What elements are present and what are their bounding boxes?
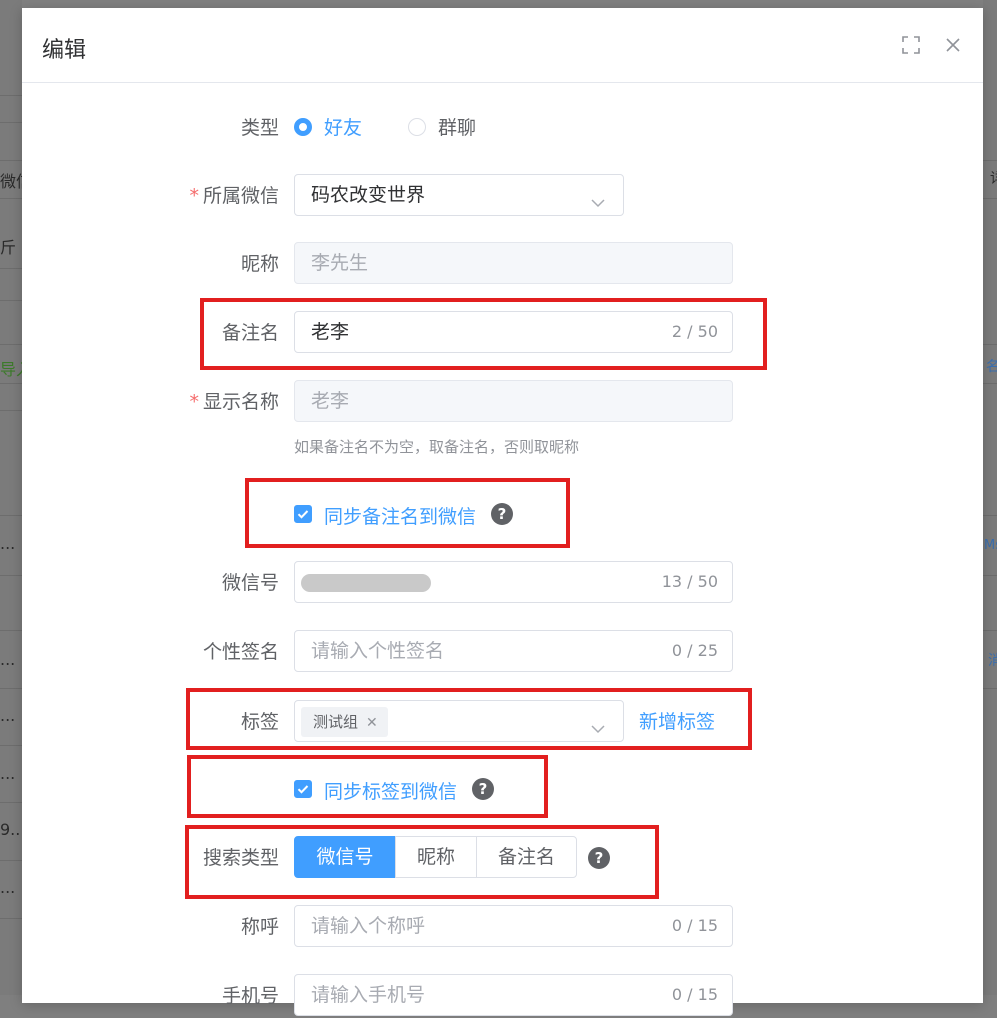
radio-group-label[interactable]: 群聊 xyxy=(438,106,476,150)
wechat-select[interactable]: 码农改变世界 xyxy=(294,174,624,216)
search-type-remark[interactable]: 备注名 xyxy=(476,836,577,878)
search-type-label: 搜索类型 xyxy=(202,847,279,869)
remark-row: 备注名 老李 2 / 50 xyxy=(22,311,983,355)
tag-chip: 测试组 ✕ xyxy=(301,707,388,737)
bg-fragment: ... xyxy=(0,534,16,553)
salutation-input[interactable]: 请输入个称呼 0 / 15 xyxy=(294,905,733,947)
wechat-id-input[interactable]: 13 / 50 xyxy=(294,561,733,603)
phone-counter: 0 / 15 xyxy=(671,985,718,1004)
nickname-input[interactable]: 李先生 xyxy=(294,242,733,284)
display-name-input[interactable]: 老李 xyxy=(294,380,733,422)
chevron-down-icon xyxy=(589,186,607,208)
phone-placeholder: 请输入手机号 xyxy=(311,984,426,1006)
type-row: 类型 好友 群聊 xyxy=(22,106,983,150)
wechat-id-row: 微信号 13 / 50 xyxy=(22,561,983,605)
nickname-row: 昵称 李先生 xyxy=(22,242,983,286)
signature-label: 个性签名 xyxy=(202,641,279,663)
bg-fragment: ... xyxy=(0,650,16,669)
sync-remark-checkbox[interactable] xyxy=(294,505,312,523)
phone-input[interactable]: 请输入手机号 0 / 15 xyxy=(294,974,733,1016)
salutation-label: 称呼 xyxy=(240,916,279,938)
remark-input[interactable]: 老李 2 / 50 xyxy=(294,311,733,353)
search-type-row: 搜索类型 微信号 昵称 备注名 ? xyxy=(22,836,983,880)
tags-select[interactable]: 测试组 ✕ xyxy=(294,700,624,742)
add-tag-link[interactable]: 新增标签 xyxy=(639,700,715,744)
tag-chip-label: 测试组 xyxy=(313,713,359,731)
bg-fragment: ... xyxy=(0,764,16,783)
signature-counter: 0 / 25 xyxy=(671,641,718,660)
display-name-label: * 显示名称 xyxy=(189,391,279,413)
search-type-wechat-id[interactable]: 微信号 xyxy=(294,836,396,878)
bg-fragment: 消 xyxy=(988,653,997,669)
sync-tags-checkbox[interactable] xyxy=(294,780,312,798)
help-icon[interactable]: ? xyxy=(588,847,610,869)
wechat-id-label: 微信号 xyxy=(221,572,279,594)
redacted-value xyxy=(301,574,431,592)
display-name-placeholder: 老李 xyxy=(311,390,350,412)
bg-fragment: 斤 xyxy=(0,238,17,257)
search-type-nickname[interactable]: 昵称 xyxy=(395,836,477,878)
bg-fragment: Ms xyxy=(984,538,997,553)
remark-value: 老李 xyxy=(311,321,350,343)
dialog-header: 编辑 xyxy=(22,8,983,83)
wechat-id-counter: 13 / 50 xyxy=(661,572,718,591)
signature-row: 个性签名 请输入个性签名 0 / 25 xyxy=(22,630,983,674)
help-icon[interactable]: ? xyxy=(491,503,513,525)
bg-fragment: 详 xyxy=(990,168,997,188)
phone-row: 手机号 请输入手机号 0 / 15 xyxy=(22,974,983,1018)
sync-tags-label[interactable]: 同步标签到微信 xyxy=(324,777,457,804)
radio-friend-label[interactable]: 好友 xyxy=(324,106,362,150)
nickname-placeholder: 李先生 xyxy=(311,252,369,274)
background-right-panel xyxy=(983,0,997,995)
chevron-down-icon xyxy=(589,712,607,734)
nickname-label: 昵称 xyxy=(240,253,279,275)
fullscreen-icon[interactable] xyxy=(900,34,922,56)
sync-remark-label[interactable]: 同步备注名到微信 xyxy=(324,502,476,529)
salutation-row: 称呼 请输入个称呼 0 / 15 xyxy=(22,905,983,949)
tag-close-icon[interactable]: ✕ xyxy=(366,715,378,731)
edit-dialog: 编辑 类型 好友 群聊 * 所属微信 码农改变世界 昵称 李先生 备注名 老李 … xyxy=(22,8,983,1016)
wechat-label: * 所属微信 xyxy=(189,185,279,207)
tags-label: 标签 xyxy=(240,711,279,733)
radio-group[interactable] xyxy=(408,118,426,136)
dialog-title: 编辑 xyxy=(42,38,87,63)
wechat-select-value: 码农改变世界 xyxy=(311,184,426,206)
signature-placeholder: 请输入个性签名 xyxy=(311,640,445,662)
salutation-placeholder: 请输入个称呼 xyxy=(311,915,426,937)
tags-row: 标签 测试组 ✕ 新增标签 xyxy=(22,700,983,744)
remark-counter: 2 / 50 xyxy=(671,322,718,341)
background-left-panel xyxy=(0,0,22,995)
type-label: 类型 xyxy=(240,117,279,139)
close-icon[interactable] xyxy=(942,34,964,56)
salutation-counter: 0 / 15 xyxy=(671,916,718,935)
wechat-row: * 所属微信 码农改变世界 xyxy=(22,174,983,218)
remark-label: 备注名 xyxy=(221,322,279,344)
radio-friend[interactable] xyxy=(294,118,312,136)
bg-fragment: ... xyxy=(0,706,16,725)
display-name-row: * 显示名称 老李 xyxy=(22,380,983,424)
signature-input[interactable]: 请输入个性签名 0 / 25 xyxy=(294,630,733,672)
phone-label: 手机号 xyxy=(221,985,279,1007)
bg-fragment: ... xyxy=(0,878,16,897)
display-name-hint: 如果备注名不为空，取备注名，否则取昵称 xyxy=(294,438,580,456)
help-icon[interactable]: ? xyxy=(472,778,494,800)
bg-fragment: 名 xyxy=(986,359,997,375)
